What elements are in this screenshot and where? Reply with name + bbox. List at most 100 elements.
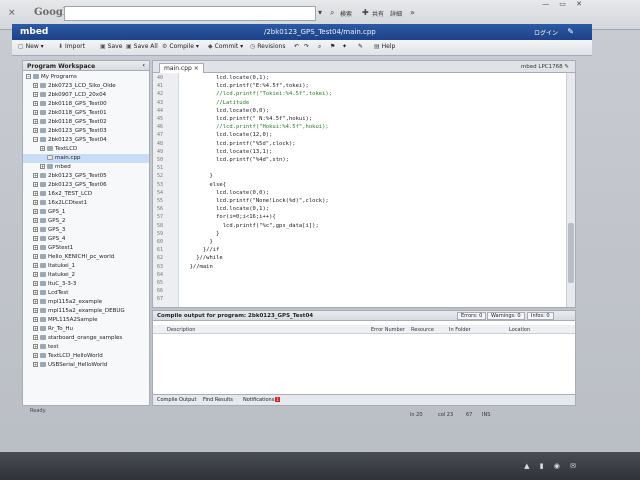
collapse-icon[interactable]: −	[26, 74, 31, 79]
close-tab-icon[interactable]: ×	[194, 65, 199, 72]
revisions-button[interactable]: ◷ Revisions	[250, 43, 285, 50]
tree-item[interactable]: +2bk0123_GPS_Test05	[23, 172, 149, 181]
code-line[interactable]: lcd.locate(12,0);	[183, 132, 272, 138]
tree-item[interactable]: + GPS_3	[23, 226, 149, 235]
new-button[interactable]: ▢ New ▾	[18, 43, 44, 50]
expand-icon[interactable]: +	[33, 236, 38, 241]
compile-button[interactable]: ⚙ Compile ▾	[162, 43, 199, 50]
code-line[interactable]: lcd.printf("%c",gps_data[i]);	[183, 223, 319, 229]
collapse-panel-icon[interactable]: ‹	[143, 62, 145, 69]
tree-item[interactable]: + GPS_2	[23, 217, 149, 226]
code-line[interactable]: lcd.locate(0,1);	[183, 75, 269, 81]
tree-item[interactable]: + test	[23, 343, 149, 352]
tree-item[interactable]: + GPS_1	[23, 208, 149, 217]
tree-item[interactable]: + Itatukei_1	[23, 262, 149, 271]
code-line[interactable]: lcd.printf("E:%4.5f",tokei);	[183, 83, 309, 89]
code-line[interactable]: }//if	[183, 247, 220, 253]
expand-icon[interactable]: +	[33, 200, 38, 205]
expand-icon[interactable]: +	[33, 308, 38, 313]
code-line[interactable]: lcd.printf("None!Lock(%d)",clock);	[183, 198, 329, 204]
save-button[interactable]: ▣ Save	[100, 43, 122, 50]
code-line[interactable]: lcd.printf("%4d",stn);	[183, 157, 289, 163]
expand-icon[interactable]: +	[33, 92, 38, 97]
tree-item[interactable]: + GPS_4	[23, 235, 149, 244]
tree-item[interactable]: − 2bk0123_GPS_Test04	[23, 136, 149, 145]
code-line[interactable]: //lcd.printf("Tokiei:%4.5f",tokei);	[183, 91, 332, 97]
expand-icon[interactable]: +	[33, 191, 38, 196]
save-all-button[interactable]: ▣ Save All	[126, 43, 158, 50]
import-button[interactable]: ⬇ Import	[58, 43, 85, 50]
expand-icon[interactable]: +	[33, 272, 38, 277]
chevron-right-icon[interactable]: »	[410, 8, 415, 17]
tree-item[interactable]: + mbed	[23, 163, 149, 172]
tree-item[interactable]: +2bk0118_GPS_Test01	[23, 109, 149, 118]
code-line[interactable]: }	[183, 239, 212, 245]
tree-item[interactable]: + Rr_To_Hu	[23, 325, 149, 334]
bookmark-icon[interactable]: ✦	[342, 43, 347, 50]
expand-icon[interactable]: +	[33, 335, 38, 340]
search-dropdown-icon[interactable]: ▾	[318, 8, 322, 17]
infos-filter[interactable]: Infos: 0	[527, 312, 554, 320]
platform-selector[interactable]: mbed LPC1768 ✎	[521, 64, 569, 70]
detail-button[interactable]: 詳細	[390, 9, 402, 18]
tree-item[interactable]: + mpl115a2_example	[23, 298, 149, 307]
code-line[interactable]: //Latitude	[183, 100, 249, 106]
tree-item[interactable]: +16x2LCDtest1	[23, 199, 149, 208]
expand-icon[interactable]: +	[33, 83, 38, 88]
commit-button[interactable]: ◆ Commit ▾	[208, 43, 243, 50]
code-line[interactable]: else{	[183, 182, 226, 188]
tree-item[interactable]: + ItuC_3-3-3	[23, 280, 149, 289]
expand-icon[interactable]: +	[33, 299, 38, 304]
code-line[interactable]: lcd.locate(0,0);	[183, 108, 269, 114]
expand-icon[interactable]: +	[33, 326, 38, 331]
tree-item[interactable]: +2bk0118_GPS_Test02	[23, 118, 149, 127]
col-location[interactable]: Location	[509, 327, 530, 333]
share-button[interactable]: 共有	[372, 9, 384, 18]
col-in-folder[interactable]: In Folder	[449, 327, 471, 333]
tree-item[interactable]: + TextLCD	[23, 145, 149, 154]
code-line[interactable]: lcd.printf("%5d",clock);	[183, 141, 295, 147]
code-line[interactable]: lcd.printf(" N:%4.5f",hokui);	[183, 116, 312, 122]
code-line[interactable]: }	[183, 173, 212, 179]
expand-icon[interactable]: +	[33, 101, 38, 106]
tab-main-cpp[interactable]: main.cpp ×	[159, 63, 204, 73]
tab-find-results[interactable]: Find Results	[203, 397, 233, 403]
expand-icon[interactable]: +	[33, 227, 38, 232]
expand-icon[interactable]: +	[33, 254, 38, 259]
tab-compile-output[interactable]: Compile Output	[157, 397, 196, 403]
expand-icon[interactable]: +	[33, 290, 38, 295]
col-resource[interactable]: Resource	[411, 327, 434, 333]
code-line[interactable]: lcd.locate(0,0);	[183, 190, 269, 196]
vertical-scrollbar[interactable]	[566, 73, 575, 307]
expand-icon[interactable]: +	[33, 182, 38, 187]
search-input[interactable]	[64, 6, 316, 21]
tree-item[interactable]: +2bk0118_GPS_Test00	[23, 100, 149, 109]
tree-item[interactable]: + Hello_KENICHI_pc_world	[23, 253, 149, 262]
expand-icon[interactable]: +	[33, 344, 38, 349]
code-line[interactable]: lcd.locate(0,1);	[183, 206, 269, 212]
wrench-icon[interactable]: ✎	[567, 27, 574, 36]
code-line[interactable]: //lcd.printf("Hokui:%4.5f",hokui);	[183, 124, 329, 130]
tree-item[interactable]: + Itatukei_2	[23, 271, 149, 280]
tree-item[interactable]: +2bk0123_GPS_Test06	[23, 181, 149, 190]
scrollbar-thumb[interactable]	[568, 223, 574, 283]
redo-icon[interactable]: ↷	[304, 43, 309, 50]
tree-root-my-programs[interactable]: − My Programs	[23, 73, 149, 82]
tree-item[interactable]: + starboard_orange_samples	[23, 334, 149, 343]
window-controls[interactable]: — ▭ ✕	[542, 0, 586, 8]
find-icon[interactable]: ⌕	[318, 43, 321, 51]
system-tray-icons[interactable]: ▲ ▮ ◉ ✉	[524, 462, 580, 470]
format-icon[interactable]: ⚑	[330, 43, 335, 50]
expand-icon[interactable]: +	[33, 110, 38, 115]
login-link[interactable]: ログイン	[534, 28, 558, 37]
tree-item[interactable]: + LcdTest	[23, 289, 149, 298]
tree-item[interactable]: + MPL115A2Sample	[23, 316, 149, 325]
expand-icon[interactable]: +	[33, 317, 38, 322]
expand-icon[interactable]: +	[33, 353, 38, 358]
expand-icon[interactable]: +	[33, 218, 38, 223]
close-tab-icon[interactable]: ×	[8, 8, 16, 18]
errors-filter[interactable]: Errors: 0	[457, 312, 487, 320]
expand-icon[interactable]: −	[33, 137, 38, 142]
tree-item[interactable]: +16x2_TEST_LCD	[23, 190, 149, 199]
code-line[interactable]: }//while	[183, 255, 223, 261]
